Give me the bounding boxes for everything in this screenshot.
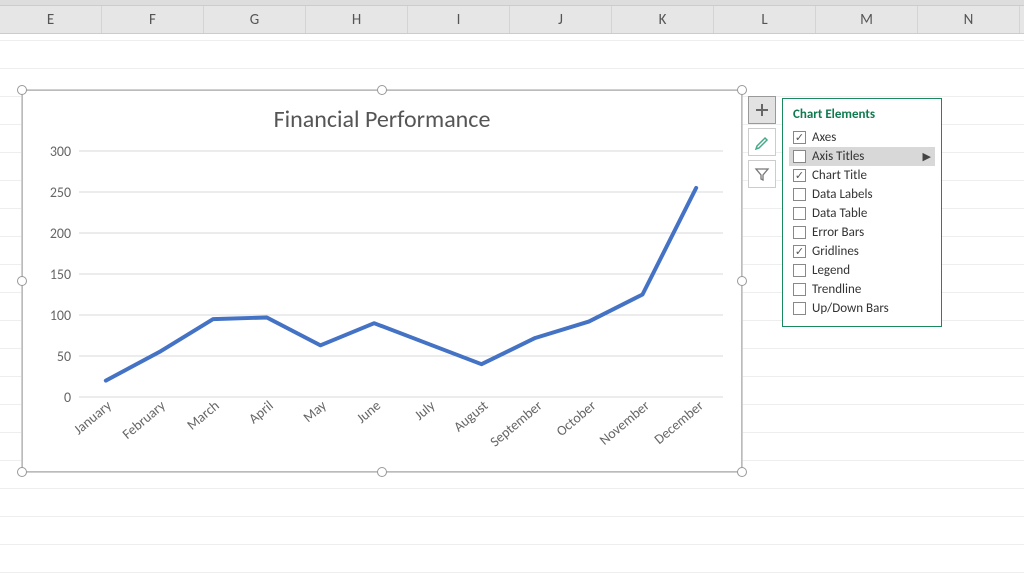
column-header[interactable]: I xyxy=(408,6,510,33)
x-axis-label: June xyxy=(353,397,384,427)
svg-text:100: 100 xyxy=(50,307,71,324)
svg-text:0: 0 xyxy=(64,389,71,406)
panel-item-label: Trendline xyxy=(812,282,861,297)
x-axis-label: November xyxy=(596,397,653,449)
brush-icon xyxy=(754,134,770,150)
resize-handle-tm[interactable] xyxy=(377,85,387,95)
column-header[interactable]: N xyxy=(918,6,1020,33)
checkbox[interactable]: ✓ xyxy=(793,131,806,144)
checkbox[interactable] xyxy=(793,207,806,220)
x-axis-labels: JanuaryFebruaryMarchAprilMayJuneJulyAugu… xyxy=(79,397,723,459)
column-header[interactable]: M xyxy=(816,6,918,33)
checkbox[interactable] xyxy=(793,150,806,163)
x-axis-label: September xyxy=(487,397,546,450)
x-axis-label: July xyxy=(411,397,438,424)
panel-item-label: Error Bars xyxy=(812,225,864,240)
chart-title[interactable]: Financial Performance xyxy=(23,105,741,134)
panel-item-data-labels[interactable]: Data Labels xyxy=(789,185,935,204)
svg-text:200: 200 xyxy=(50,225,71,242)
panel-item-error-bars[interactable]: Error Bars xyxy=(789,223,935,242)
checkbox[interactable] xyxy=(793,226,806,239)
x-axis-label: December xyxy=(651,397,707,448)
panel-item-axes[interactable]: ✓ Axes xyxy=(789,128,935,147)
resize-handle-tl[interactable] xyxy=(17,85,27,95)
resize-handle-bm[interactable] xyxy=(377,467,387,477)
checkbox[interactable]: ✓ xyxy=(793,169,806,182)
chart-elements-panel[interactable]: Chart Elements ✓ Axes Axis Titles ▶ ✓ Chart T… xyxy=(782,98,942,327)
svg-text:150: 150 xyxy=(50,266,71,283)
x-axis-label: April xyxy=(245,397,276,427)
chart-side-tools xyxy=(748,96,778,192)
column-header[interactable]: E xyxy=(0,6,102,33)
resize-handle-mr[interactable] xyxy=(737,276,747,286)
resize-handle-ml[interactable] xyxy=(17,276,27,286)
chevron-right-icon: ▶ xyxy=(923,150,931,163)
checkbox[interactable] xyxy=(793,188,806,201)
x-axis-label: February xyxy=(119,397,169,443)
x-axis-label: May xyxy=(300,397,330,426)
panel-item-axis-titles[interactable]: Axis Titles ▶ xyxy=(789,147,935,166)
panel-item-up-down-bars[interactable]: Up/Down Bars xyxy=(789,299,935,318)
panel-item-label: Axes xyxy=(812,130,836,145)
plus-icon xyxy=(754,102,770,118)
checkbox[interactable] xyxy=(793,283,806,296)
x-axis-label: March xyxy=(184,397,223,434)
panel-item-label: Chart Title xyxy=(812,168,867,183)
panel-title: Chart Elements xyxy=(789,107,935,122)
panel-item-data-table[interactable]: Data Table xyxy=(789,204,935,223)
filter-icon xyxy=(754,166,770,182)
column-header[interactable]: G xyxy=(204,6,306,33)
panel-item-label: Axis Titles xyxy=(812,149,864,164)
chart-styles-button[interactable] xyxy=(748,128,776,156)
x-axis-label: August xyxy=(451,397,492,435)
resize-handle-br[interactable] xyxy=(737,467,747,477)
column-header[interactable]: F xyxy=(102,6,204,33)
chart-filters-button[interactable] xyxy=(748,160,776,188)
panel-item-label: Legend xyxy=(812,263,850,278)
panel-item-label: Gridlines xyxy=(812,244,859,259)
column-header[interactable]: J xyxy=(510,6,612,33)
svg-text:300: 300 xyxy=(50,143,71,160)
checkbox[interactable] xyxy=(793,302,806,315)
panel-item-label: Data Table xyxy=(812,206,867,221)
column-header[interactable]: L xyxy=(714,6,816,33)
checkbox[interactable] xyxy=(793,264,806,277)
panel-item-label: Data Labels xyxy=(812,187,873,202)
column-headers: EFGHIJKLMN xyxy=(0,6,1024,34)
panel-item-gridlines[interactable]: ✓ Gridlines xyxy=(789,242,935,261)
embedded-chart[interactable]: Financial Performance 050100150200250300… xyxy=(22,90,742,472)
panel-item-legend[interactable]: Legend xyxy=(789,261,935,280)
column-header[interactable]: K xyxy=(612,6,714,33)
plot-area[interactable]: 050100150200250300 xyxy=(79,151,723,397)
x-axis-label: October xyxy=(553,397,599,440)
panel-item-label: Up/Down Bars xyxy=(812,301,889,316)
column-header[interactable]: H xyxy=(306,6,408,33)
panel-item-trendline[interactable]: Trendline xyxy=(789,280,935,299)
checkbox[interactable]: ✓ xyxy=(793,245,806,258)
x-axis-label: January xyxy=(70,397,115,438)
svg-text:50: 50 xyxy=(57,348,71,365)
panel-item-chart-title[interactable]: ✓ Chart Title xyxy=(789,166,935,185)
svg-text:250: 250 xyxy=(50,184,71,201)
resize-handle-tr[interactable] xyxy=(737,85,747,95)
spreadsheet-grid[interactable]: EFGHIJKLMN Financial Performance 0501001… xyxy=(0,6,1024,576)
resize-handle-bl[interactable] xyxy=(17,467,27,477)
chart-elements-button[interactable] xyxy=(748,96,776,124)
